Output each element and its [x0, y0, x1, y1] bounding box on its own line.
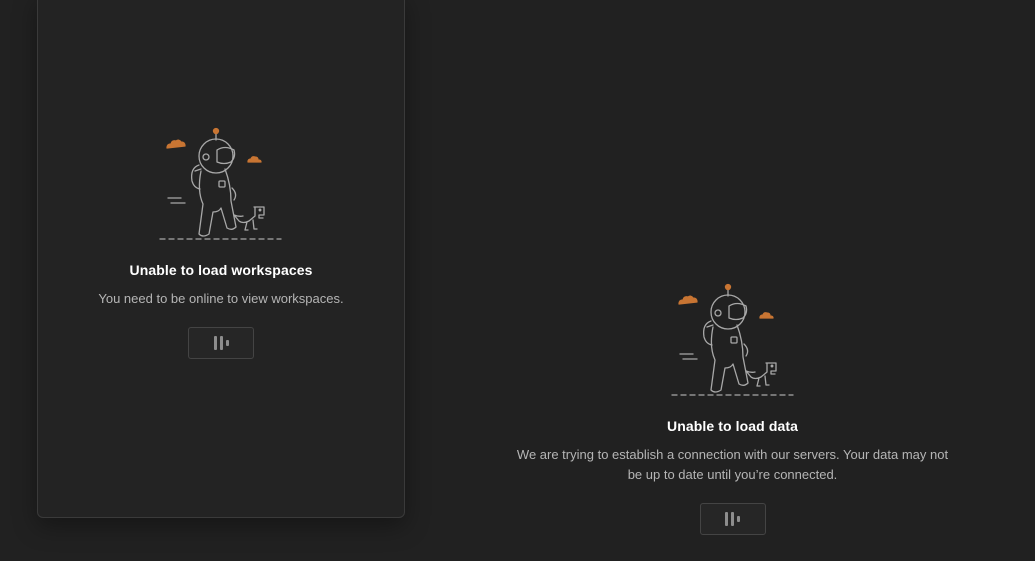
loading-bars-icon	[213, 336, 229, 350]
workspaces-error-description: You need to be online to view workspaces…	[98, 291, 344, 306]
data-empty-state: Unable to load data We are trying to est…	[505, 281, 960, 535]
data-error-description: We are trying to establish a connection …	[516, 447, 949, 482]
astronaut-dinosaur-illustration	[670, 283, 794, 396]
data-retry-button[interactable]	[699, 503, 766, 535]
workspaces-error-title: Unable to load workspaces	[129, 262, 313, 278]
loading-bars-icon	[725, 512, 740, 526]
workspaces-empty-state: Unable to load workspaces You need to be…	[37, 125, 405, 359]
data-error-title: Unable to load data	[666, 418, 799, 434]
page: Unable to load workspaces You need to be…	[0, 0, 1035, 561]
astronaut-dinosaur-illustration	[159, 127, 282, 240]
workspaces-retry-button[interactable]	[188, 327, 254, 359]
